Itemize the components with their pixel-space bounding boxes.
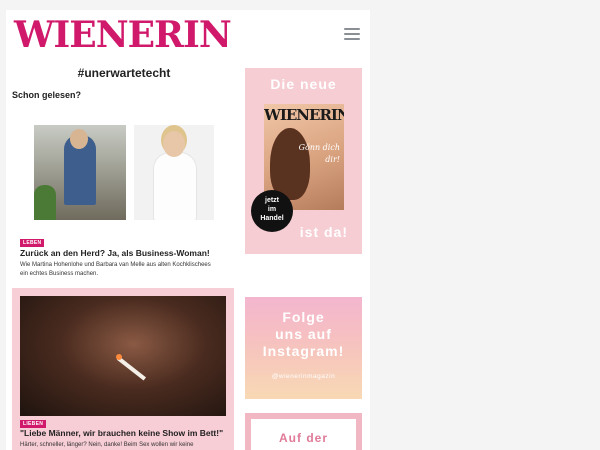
person-head [70,129,88,149]
cigarette-glow [116,354,122,360]
ad-footer-text: ist da! [299,224,348,240]
photo-woman-cooking [34,125,126,220]
magazine-ad-banner[interactable]: Die neue WIENERIN Gönn dich dir! jetzt i… [245,68,362,254]
section-title: Schon gelesen? [12,90,82,100]
badge-line: jetzt [265,197,279,204]
cigarette-shape [116,356,147,381]
hashtag-heading[interactable]: #unerwartetecht [6,66,242,80]
person-head [163,131,185,157]
article-image-smoking[interactable] [20,296,226,416]
instagram-ad-text: Folge uns auf Instagram! [245,309,362,360]
article-title[interactable]: "Liebe Männer, wir brauchen keine Show i… [20,428,230,438]
hamburger-menu-icon[interactable] [344,28,360,40]
person-shape [154,153,196,220]
cover-slogan-line: Gönn dich [298,143,340,152]
ad-inner-frame: Auf der [251,419,356,450]
badge-line: Handel [260,215,284,222]
third-ad-banner[interactable]: Auf der [245,413,362,450]
article-title[interactable]: Zurück an den Herd? Ja, als Business-Wom… [20,248,240,258]
ad-headline: Die neue [270,76,337,92]
article-teaser: Härter, schneller, länger? Nein, danke! … [20,442,194,448]
cover-slogan: Gönn dich dir! [299,142,340,166]
instagram-ad-banner[interactable]: Folge uns auf Instagram! @wienerinmagazi… [245,297,362,399]
page-container: WIENERIN #unerwartetecht Schon gelesen? … [6,10,370,450]
article-teaser: Wie Martina Hohenlohe und Barbara van Me… [20,262,211,277]
ad-line: uns auf [275,326,332,342]
menu-line [344,38,360,40]
ad-line: Instagram! [262,343,345,359]
site-logo[interactable]: WIENERIN [14,15,232,55]
cover-slogan-line: dir! [325,155,340,164]
menu-line [344,28,360,30]
category-badge[interactable]: LEBEN [20,239,45,247]
menu-line [344,33,360,35]
cover-logo: WIENERIN [264,106,344,124]
ad-text: Auf der [279,431,328,445]
plant-shape [34,185,56,220]
badge-line: im [267,206,277,213]
instagram-handle: @wienerinmagazin [271,373,336,380]
photo-woman-portrait [134,125,214,220]
category-badge[interactable]: LIEBEN [20,420,47,428]
article-image-cooking[interactable] [34,125,214,220]
ad-line: Folge [282,309,325,325]
